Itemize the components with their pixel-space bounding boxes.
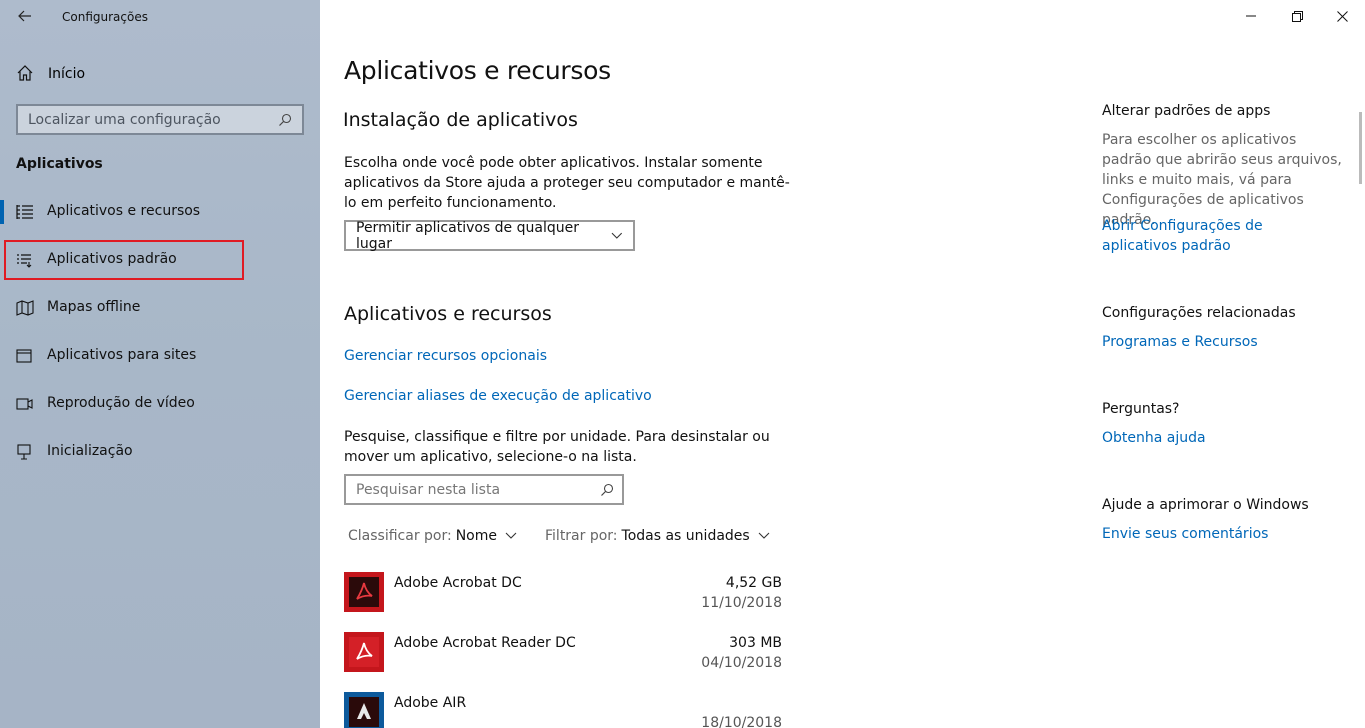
install-description: Escolha onde você pode obter aplicativos… — [344, 155, 790, 211]
chevron-down-icon — [758, 532, 770, 539]
restore-button[interactable] — [1274, 0, 1320, 32]
app-list-search-box[interactable] — [344, 474, 624, 505]
get-help-link[interactable]: Obtenha ajuda — [1102, 428, 1342, 448]
app-date: 11/10/2018 — [701, 595, 782, 611]
video-icon — [16, 396, 34, 412]
acrobat-icon — [344, 572, 384, 612]
app-name: Adobe Acrobat DC — [394, 575, 522, 591]
apps-websites-icon — [16, 348, 34, 364]
questions-heading: Perguntas? — [1102, 401, 1180, 417]
sidebar-section-title: Aplicativos — [16, 156, 103, 172]
programs-features-link[interactable]: Programas e Recursos — [1102, 332, 1342, 352]
app-list-item[interactable]: Adobe AIR 18/10/2018 — [344, 692, 784, 728]
apps-description: Pesquise, classifique e filtre por unida… — [344, 429, 770, 465]
restore-icon — [1291, 10, 1303, 22]
search-icon — [601, 483, 614, 496]
sort-label: Classificar por: — [348, 528, 452, 544]
settings-search-input[interactable] — [28, 111, 278, 128]
back-arrow-icon[interactable] — [14, 6, 36, 28]
chevron-down-icon — [611, 232, 623, 239]
sort-value: Nome — [455, 528, 497, 544]
sidebar-item-offline-maps[interactable]: Mapas offline — [0, 288, 320, 328]
apps-heading: Aplicativos e recursos — [344, 303, 552, 325]
sidebar-item-label: Inicialização — [47, 443, 133, 459]
sidebar-item-startup[interactable]: Inicialização — [0, 432, 320, 472]
settings-search-box[interactable] — [16, 104, 304, 135]
manage-optional-features-link[interactable]: Gerenciar recursos opcionais — [344, 348, 547, 364]
home-icon — [16, 64, 36, 84]
home-nav-item[interactable]: Início — [16, 62, 85, 86]
highlight-annotation — [4, 240, 244, 280]
filter-dropdown[interactable]: Filtrar por: Todas as unidades — [545, 528, 770, 544]
app-date: 04/10/2018 — [701, 655, 782, 671]
minimize-icon — [1246, 15, 1256, 17]
feedback-link[interactable]: Envie seus comentários — [1102, 524, 1342, 544]
acrobat-reader-icon — [344, 632, 384, 672]
app-list-item[interactable]: Adobe Acrobat DC 4,52 GB 11/10/2018 — [344, 572, 784, 628]
sidebar-item-label: Reprodução de vídeo — [47, 395, 195, 411]
sidebar: Configurações Início Aplicativos Aplicat… — [0, 0, 320, 728]
improve-windows-heading: Ajude a aprimorar o Windows — [1102, 497, 1309, 513]
app-size: 4,52 GB — [725, 575, 782, 591]
window-title: Configurações — [62, 10, 148, 24]
install-heading: Instalação de aplicativos — [343, 109, 578, 131]
app-name: Adobe AIR — [394, 695, 467, 711]
app-list-search-input[interactable] — [356, 481, 600, 498]
filter-label: Filtrar por: — [545, 528, 618, 544]
adobe-air-icon — [344, 692, 384, 728]
selection-indicator — [0, 200, 4, 224]
sort-dropdown[interactable]: Classificar por: Nome — [348, 528, 517, 544]
startup-icon — [16, 444, 34, 460]
chevron-down-icon — [505, 532, 517, 539]
map-icon — [16, 300, 34, 316]
sidebar-item-label: Mapas offline — [47, 299, 141, 315]
minimize-button[interactable] — [1228, 0, 1274, 32]
related-settings-heading: Configurações relacionadas — [1102, 305, 1296, 321]
sidebar-item-apps-websites[interactable]: Aplicativos para sites — [0, 336, 320, 376]
scrollbar-thumb[interactable] — [1359, 112, 1362, 184]
install-source-dropdown[interactable]: Permitir aplicativos de qualquer lugar — [344, 219, 635, 252]
sidebar-item-apps-features[interactable]: Aplicativos e recursos — [0, 192, 320, 232]
close-button[interactable] — [1319, 0, 1365, 32]
open-default-apps-link[interactable]: Abrir Configurações de aplicativos padrã… — [1102, 216, 1342, 256]
search-icon[interactable] — [278, 112, 294, 128]
filter-value: Todas as unidades — [621, 528, 750, 544]
page-title: Aplicativos e recursos — [344, 56, 611, 85]
manage-aliases-link[interactable]: Gerenciar aliases de execução de aplicat… — [344, 388, 652, 404]
app-size: 303 MB — [729, 635, 782, 651]
app-date: 18/10/2018 — [701, 715, 782, 728]
default-apps-heading: Alterar padrões de apps — [1102, 103, 1271, 119]
sidebar-item-label: Aplicativos e recursos — [47, 203, 201, 219]
close-icon — [1336, 10, 1348, 22]
dropdown-value: Permitir aplicativos de qualquer lugar — [356, 219, 579, 252]
sidebar-item-label: Aplicativos para sites — [47, 347, 197, 363]
app-list-item[interactable]: Adobe Acrobat Reader DC 303 MB 04/10/201… — [344, 632, 784, 688]
app-name: Adobe Acrobat Reader DC — [394, 635, 576, 651]
sidebar-item-video-playback[interactable]: Reprodução de vídeo — [0, 384, 320, 424]
home-label: Início — [48, 66, 86, 82]
apps-features-icon — [16, 204, 34, 220]
default-apps-text: Para escolher os aplicativos padrão que … — [1102, 132, 1342, 228]
